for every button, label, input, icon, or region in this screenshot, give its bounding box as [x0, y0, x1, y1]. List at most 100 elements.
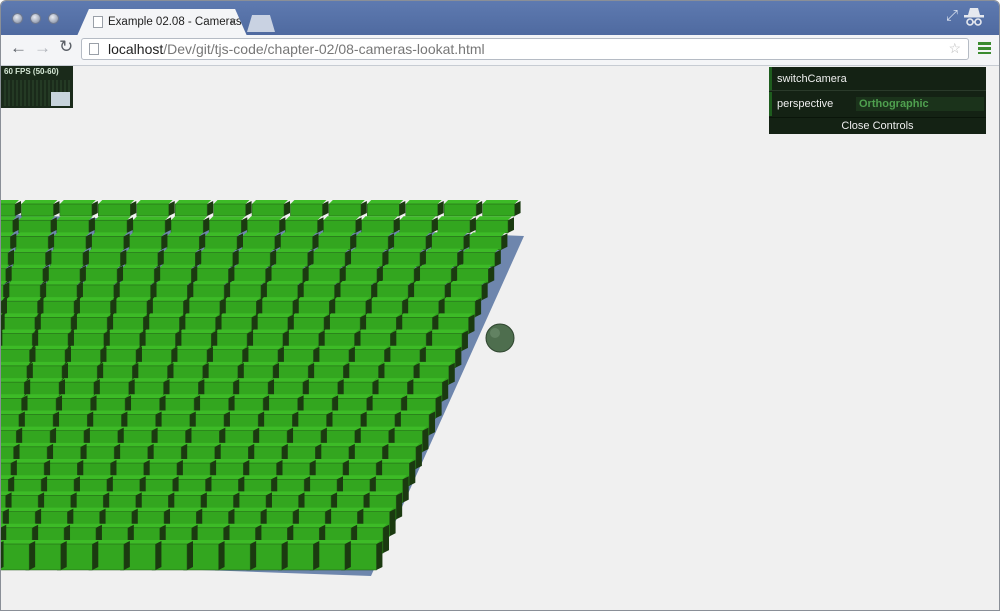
reload-icon[interactable]: ↻	[59, 37, 73, 57]
cube	[47, 264, 86, 284]
url-host: localhost	[108, 41, 164, 57]
cube	[98, 200, 137, 217]
cube	[251, 200, 290, 217]
fps-text: 60 FPS (50-60)	[4, 67, 59, 76]
cube	[1, 264, 12, 284]
switch-camera-button[interactable]: switchCamera	[777, 73, 847, 85]
cube	[232, 264, 272, 284]
tab-example[interactable]: Example 02.08 - Cameras ×	[77, 9, 247, 36]
browser-window: Example 02.08 - Cameras × ⤢ ← → ↻ localh…	[0, 0, 1000, 611]
cube	[166, 232, 206, 250]
cube	[84, 264, 124, 284]
minimize-window-button[interactable]	[30, 13, 41, 24]
close-controls-button[interactable]: Close Controls	[769, 117, 986, 135]
cube	[125, 248, 164, 267]
cube	[269, 264, 309, 284]
cube	[1, 540, 4, 569]
back-icon[interactable]: ←	[10, 38, 27, 58]
stats-panel[interactable]: 60 FPS (50-60)	[1, 66, 73, 108]
cube	[1, 540, 36, 571]
cube	[344, 264, 383, 284]
cube	[50, 248, 89, 267]
perspective-label: perspective	[777, 98, 834, 110]
perspective-value: Orthographic	[859, 98, 929, 110]
cube	[290, 200, 329, 217]
cube-grid	[1, 200, 521, 571]
tab-title: Example 02.08 - Cameras	[108, 16, 242, 28]
close-icon[interactable]: ×	[229, 14, 237, 29]
page-icon	[93, 16, 103, 28]
toolbar: ← → ↻ localhost/Dev/git/tjs-code/chapter…	[1, 35, 999, 66]
cube	[328, 200, 367, 217]
cube	[1, 200, 21, 217]
cube	[200, 248, 239, 267]
fps-graph-bar	[51, 92, 70, 106]
cube	[208, 216, 248, 234]
cube	[136, 200, 175, 217]
cube	[213, 200, 252, 217]
page-viewport: 60 FPS (50-60) switchCamera perspective …	[1, 66, 999, 611]
incognito-icon	[964, 8, 984, 26]
cube	[91, 232, 130, 250]
webgl-canvas[interactable]	[1, 66, 999, 611]
cube	[306, 264, 346, 284]
cube	[280, 232, 319, 250]
cube	[1, 248, 14, 267]
perspective-row: perspective Orthographic	[769, 92, 986, 116]
cube	[443, 200, 483, 217]
cube	[455, 264, 495, 284]
cube	[399, 216, 438, 234]
dat-gui-panel: switchCamera perspective Orthographic Cl…	[769, 67, 986, 134]
cube	[475, 216, 514, 234]
cube	[482, 200, 521, 217]
star-icon[interactable]: ☆	[948, 40, 961, 57]
cube	[367, 200, 406, 217]
cube	[195, 264, 235, 284]
cube	[170, 216, 210, 234]
cube	[1, 232, 17, 250]
cube	[418, 264, 458, 284]
scene-root	[1, 200, 524, 576]
cube	[128, 232, 168, 250]
new-tab-icon[interactable]	[247, 15, 275, 32]
fullscreen-icon[interactable]: ⤢	[946, 7, 958, 24]
cube	[59, 200, 98, 217]
cube	[312, 248, 352, 267]
sphere	[485, 323, 515, 353]
cube	[393, 232, 432, 250]
cube	[431, 232, 470, 250]
cube	[387, 248, 426, 267]
cube	[285, 216, 324, 234]
cube	[21, 200, 60, 217]
perspective-field[interactable]: Orthographic	[856, 97, 984, 111]
cube	[242, 232, 281, 250]
cube	[323, 216, 362, 234]
cube	[424, 248, 464, 267]
cube	[15, 232, 55, 250]
cube	[94, 216, 133, 234]
cube	[56, 216, 95, 234]
cube	[462, 248, 501, 267]
switch-camera-row[interactable]: switchCamera	[769, 67, 986, 91]
forward-icon[interactable]: →	[34, 38, 51, 58]
cube	[237, 248, 277, 267]
sphere-highlight	[490, 328, 500, 338]
zoom-window-button[interactable]	[48, 13, 59, 24]
menu-icon[interactable]	[978, 42, 991, 54]
page-icon	[89, 43, 99, 55]
cube	[162, 248, 202, 267]
cube	[381, 264, 421, 284]
cube	[158, 264, 198, 284]
address-bar[interactable]: localhost/Dev/git/tjs-code/chapter-02/08…	[81, 38, 969, 60]
cube	[317, 232, 357, 250]
cube	[405, 200, 444, 217]
cube	[361, 216, 400, 234]
cube	[246, 216, 286, 234]
close-window-button[interactable]	[12, 13, 23, 24]
url-path: /Dev/git/tjs-code/chapter-02/08-cameras-…	[163, 41, 485, 57]
cube	[53, 232, 92, 250]
cube	[437, 216, 476, 234]
tab-strip: Example 02.08 - Cameras × ⤢	[1, 1, 999, 36]
cube	[9, 264, 49, 284]
cube	[274, 248, 314, 267]
